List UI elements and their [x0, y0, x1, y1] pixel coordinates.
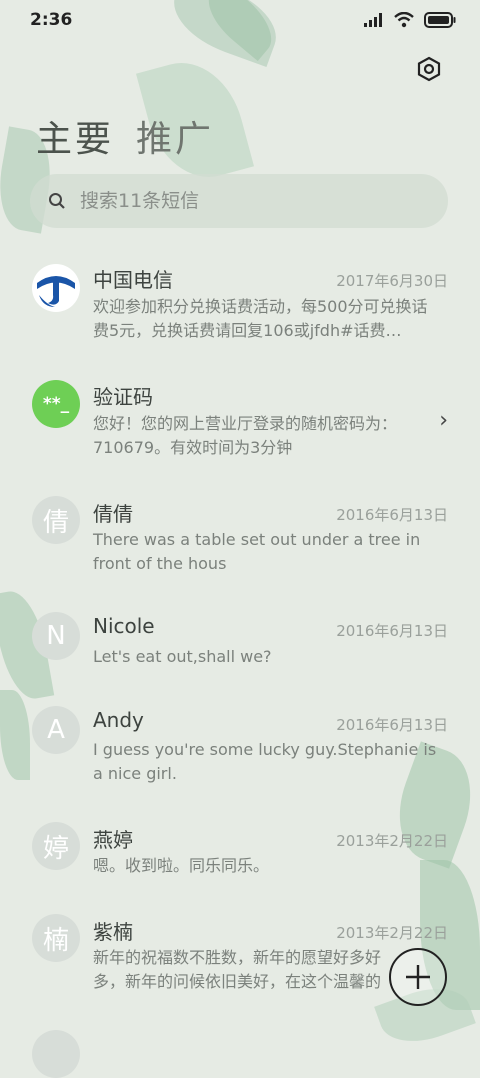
chevron-right-icon[interactable]: › [439, 408, 448, 433]
avatar: 婷 [32, 822, 80, 870]
avatar-text: N [46, 621, 66, 651]
telecom-logo-icon [34, 266, 78, 310]
conversation-item[interactable]: 婷 燕婷 2013年2月22日 嗯。收到啦。同乐同乐。 [0, 822, 480, 902]
conversation-item[interactable]: 中国电信 2017年6月30日 欢迎参加积分兑换话费活动，每500分可兑换话费5… [0, 262, 480, 362]
avatar: N [32, 612, 80, 660]
contact-name: Nicole [93, 614, 155, 638]
contact-name: 验证码 [93, 385, 153, 409]
avatar-text: 楠 [42, 925, 69, 956]
tab-bar: 主要 推广 [36, 110, 214, 162]
message-preview: Let's eat out,shall we? [93, 647, 272, 666]
message-preview: I guess you're some lucky guy.Stephanie … [93, 740, 437, 783]
avatar [32, 1030, 80, 1078]
wifi-icon [394, 12, 414, 28]
search-icon [49, 193, 65, 209]
avatar: 倩 [32, 496, 80, 544]
tab-primary[interactable]: 主要 [36, 110, 114, 162]
message-preview: 嗯。收到啦。同乐同乐。 [93, 856, 270, 875]
status-bar: 2:36 [0, 0, 480, 40]
contact-name: 倩倩 [93, 502, 133, 526]
plus-icon [406, 965, 430, 989]
conversation-item[interactable]: N Nicole 2016年6月13日 Let's eat out,shall … [0, 612, 480, 692]
message-preview: There was a table set out under a tree i… [93, 530, 421, 573]
battery-icon [424, 12, 456, 28]
contact-name: 燕婷 [93, 828, 133, 852]
status-icons [364, 12, 456, 28]
status-time: 2:36 [30, 10, 73, 30]
avatar-text: 婷 [42, 833, 69, 864]
message-date: 2013年2月22日 [336, 924, 448, 942]
message-date: 2017年6月30日 [336, 272, 448, 290]
signal-icon [364, 13, 382, 27]
avatar-text: 倩 [42, 507, 69, 538]
new-message-button[interactable] [389, 948, 447, 1006]
avatar: A [32, 706, 80, 754]
contact-name: 紫楠 [93, 920, 133, 944]
search-input[interactable] [78, 189, 382, 213]
conversation-item[interactable]: A Andy 2016年6月13日 I guess you're some lu… [0, 706, 480, 806]
contact-name: Andy [93, 708, 144, 732]
conversation-item[interactable]: 倩 倩倩 2016年6月13日 There was a table set ou… [0, 496, 480, 596]
message-date: 2013年2月22日 [336, 832, 448, 850]
settings-hexagon-icon [417, 56, 441, 82]
message-date: 2016年6月13日 [336, 622, 448, 640]
avatar-text: A [47, 715, 65, 745]
message-preview: 欢迎参加积分兑换话费活动，每500分可兑换话费5元，兑换话费请回复106或jfd… [93, 297, 428, 340]
avatar: 楠 [32, 914, 80, 962]
message-date: 2016年6月13日 [336, 506, 448, 524]
conversation-item[interactable]: **_ 验证码 您好！您的网上营业厅登录的随机密码为：710679。有效时间为3… [0, 380, 480, 480]
settings-button[interactable] [414, 54, 444, 84]
china-telecom-logo [32, 264, 80, 312]
avatar-text: **_ [42, 394, 70, 414]
message-date: 2016年6月13日 [336, 716, 448, 734]
search-bar[interactable] [30, 174, 448, 228]
contact-name: 中国电信 [93, 268, 173, 292]
message-preview: 您好！您的网上营业厅登录的随机密码为：710679。有效时间为3分钟 [93, 414, 398, 457]
tab-promotions[interactable]: 推广 [136, 110, 214, 162]
avatar: **_ [32, 380, 80, 428]
message-preview: 新年的祝福数不胜数，新年的愿望好多好多，新年的问候依旧美好，在这个温馨的时 [93, 948, 382, 991]
